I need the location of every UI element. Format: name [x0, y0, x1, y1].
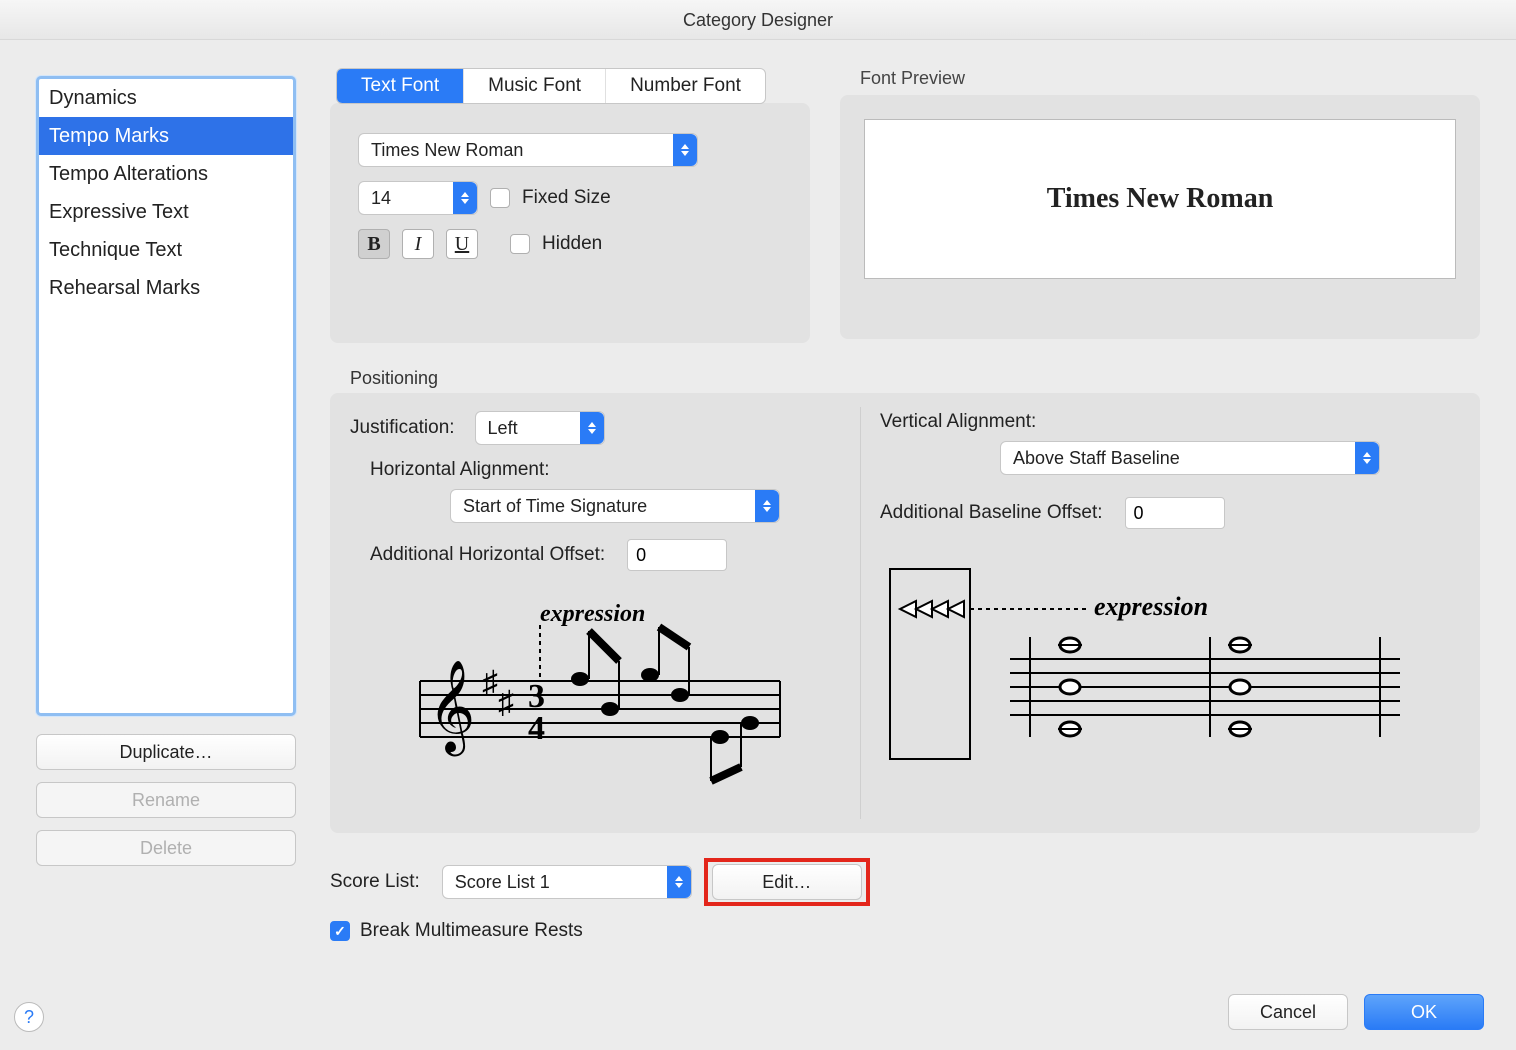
vertical-staff-diagram: expression [880, 559, 1440, 775]
hidden-label: Hidden [542, 233, 602, 255]
expression-text: expression [540, 601, 645, 627]
font-preview-sample: Times New Roman [1047, 183, 1274, 215]
v-offset-label: Additional Baseline Offset: [880, 502, 1103, 524]
font-panel: Times New Roman 14 Fixed Size B I [330, 103, 810, 343]
edit-button-highlight: Edit… [704, 858, 870, 906]
chevron-updown-icon [1355, 442, 1379, 474]
score-list-label: Score List: [330, 871, 420, 893]
underline-toggle[interactable]: U [446, 229, 478, 259]
footer-buttons: Cancel OK [1228, 994, 1484, 1030]
bottom-row: Score List: Score List 1 Edit… Break Mul… [330, 858, 1480, 942]
font-preview-label: Font Preview [860, 68, 1480, 89]
font-preview-box-outer: Times New Roman [840, 95, 1480, 339]
font-size-select[interactable]: 14 [358, 181, 478, 215]
font-family-select[interactable]: Times New Roman [358, 133, 698, 167]
edit-button[interactable]: Edit… [712, 864, 862, 900]
bold-toggle[interactable]: B [358, 229, 390, 259]
font-size-value: 14 [371, 188, 391, 209]
font-family-value: Times New Roman [371, 140, 523, 161]
chevron-updown-icon [453, 182, 477, 214]
category-item-rehearsal-marks[interactable]: Rehearsal Marks [39, 269, 293, 307]
font-preview-box: Times New Roman [864, 119, 1456, 279]
v-offset-input[interactable] [1125, 497, 1225, 529]
hidden-checkbox[interactable] [510, 234, 530, 254]
duplicate-button[interactable]: Duplicate… [36, 734, 296, 770]
break-rests-checkbox[interactable] [330, 921, 350, 941]
delete-button[interactable]: Delete [36, 830, 296, 866]
svg-text:♯: ♯ [498, 684, 514, 720]
left-button-group: Duplicate… Rename Delete [36, 734, 296, 866]
chevron-updown-icon [667, 866, 691, 898]
positioning-body: Justification: Left Horizontal Alignment… [330, 393, 1480, 833]
fixed-size-checkbox[interactable] [490, 188, 510, 208]
v-align-select[interactable]: Above Staff Baseline [1000, 441, 1380, 475]
ok-button[interactable]: OK [1364, 994, 1484, 1030]
svg-text:𝄞: 𝄞 [428, 661, 475, 756]
chevron-updown-icon [755, 490, 779, 522]
horizontal-positioning: Justification: Left Horizontal Alignment… [350, 411, 870, 797]
title-bar: Category Designer [0, 0, 1516, 40]
h-offset-label: Additional Horizontal Offset: [370, 544, 605, 566]
category-item-expressive-text[interactable]: Expressive Text [39, 193, 293, 231]
positioning-fieldset: Positioning Justification: Left [330, 368, 1480, 838]
left-column: Dynamics Tempo Marks Tempo Alterations E… [36, 76, 296, 866]
window-title: Category Designer [683, 10, 833, 30]
score-list-row: Score List: Score List 1 Edit… [330, 858, 1480, 906]
chevron-updown-icon [580, 412, 604, 444]
svg-text:♯: ♯ [482, 664, 498, 700]
right-column: Text Font Music Font Number Font Times N… [330, 68, 1490, 343]
font-tabs: Text Font Music Font Number Font [336, 68, 766, 104]
content: Dynamics Tempo Marks Tempo Alterations E… [0, 40, 1516, 1050]
font-section: Text Font Music Font Number Font Times N… [330, 68, 1490, 343]
category-item-dynamics[interactable]: Dynamics [39, 79, 293, 117]
tab-text-font[interactable]: Text Font [337, 69, 464, 103]
score-list-value: Score List 1 [455, 872, 550, 893]
break-rests-row: Break Multimeasure Rests [330, 920, 1480, 942]
h-align-label: Horizontal Alignment: [370, 459, 550, 480]
svg-text:expression: expression [1094, 592, 1208, 621]
vertical-positioning: Vertical Alignment: Above Staff Baseline… [880, 411, 1440, 775]
v-align-value: Above Staff Baseline [1013, 448, 1180, 469]
help-button[interactable]: ? [14, 1002, 44, 1032]
category-list[interactable]: Dynamics Tempo Marks Tempo Alterations E… [36, 76, 296, 716]
fixed-size-label: Fixed Size [522, 187, 611, 209]
positioning-legend: Positioning [350, 368, 1480, 389]
rename-button[interactable]: Rename [36, 782, 296, 818]
svg-text:4: 4 [528, 710, 545, 747]
v-align-label: Vertical Alignment: [880, 411, 1036, 432]
h-align-value: Start of Time Signature [463, 496, 647, 517]
window: Category Designer Dynamics Tempo Marks T… [0, 0, 1516, 1050]
italic-toggle[interactable]: I [402, 229, 434, 259]
justification-label: Justification: [350, 417, 455, 439]
horizontal-staff-diagram: expression [350, 591, 870, 797]
justification-select[interactable]: Left [475, 411, 605, 445]
cancel-button[interactable]: Cancel [1228, 994, 1348, 1030]
justification-value: Left [488, 418, 518, 439]
score-list-select[interactable]: Score List 1 [442, 865, 692, 899]
category-item-tempo-marks[interactable]: Tempo Marks [39, 117, 293, 155]
break-rests-label: Break Multimeasure Rests [360, 920, 583, 942]
h-offset-input[interactable] [627, 539, 727, 571]
category-item-technique-text[interactable]: Technique Text [39, 231, 293, 269]
chevron-updown-icon [673, 134, 697, 166]
tab-music-font[interactable]: Music Font [464, 69, 606, 103]
tab-number-font[interactable]: Number Font [606, 69, 765, 103]
category-item-tempo-alterations[interactable]: Tempo Alterations [39, 155, 293, 193]
font-preview-panel: Font Preview Times New Roman [840, 68, 1480, 339]
h-align-select[interactable]: Start of Time Signature [450, 489, 780, 523]
